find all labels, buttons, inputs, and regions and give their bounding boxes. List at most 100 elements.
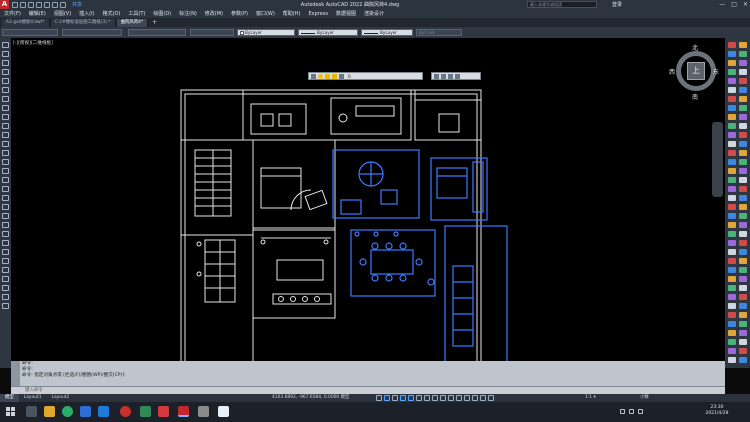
modify-tool-icon[interactable] — [728, 312, 736, 318]
menu-edit[interactable]: 编辑(E) — [29, 10, 46, 17]
modify-tool-icon[interactable] — [739, 141, 747, 147]
modify-tool-icon[interactable] — [728, 222, 736, 228]
modify-tool-icon[interactable] — [728, 357, 736, 363]
draw-tool-icon[interactable] — [2, 105, 9, 111]
modify-tool-icon[interactable] — [739, 195, 747, 201]
menu-parametric[interactable]: 参数(P) — [231, 10, 248, 17]
compass-north[interactable]: 北 — [692, 43, 698, 52]
modify-tool-icon[interactable] — [739, 96, 747, 102]
tab-layout1[interactable]: Layout1 — [19, 394, 47, 402]
draw-tool-icon[interactable] — [2, 285, 9, 291]
menu-dimension[interactable]: 标注(N) — [179, 10, 197, 17]
menu-help[interactable]: 帮助(H) — [283, 10, 301, 17]
draw-tool-icon[interactable] — [2, 303, 9, 309]
menu-file[interactable]: 文件(F) — [4, 10, 21, 17]
save-icon[interactable] — [28, 1, 34, 8]
draw-tool-icon[interactable] — [2, 177, 9, 183]
isolate-icon[interactable] — [464, 395, 470, 401]
tray-ime-icon[interactable] — [638, 409, 643, 414]
modify-tool-icon[interactable] — [728, 42, 736, 48]
compass-west[interactable]: 西 — [669, 67, 675, 76]
modify-tool-icon[interactable] — [739, 105, 747, 111]
viewcube[interactable]: 上 北 南 东 西 — [669, 43, 721, 105]
app-icon-white[interactable] — [218, 406, 229, 417]
modify-tool-icon[interactable] — [728, 249, 736, 255]
modify-tool-icon[interactable] — [728, 294, 736, 300]
modify-tool-icon[interactable] — [739, 231, 747, 237]
workspace-icon[interactable] — [456, 395, 462, 401]
modify-tool-icon[interactable] — [728, 231, 736, 237]
file-tab[interactable]: C-2#楼标准层施工图纸(3) * — [50, 19, 116, 27]
modify-tool-icon[interactable] — [739, 267, 747, 273]
app-icon-red[interactable] — [158, 406, 169, 417]
minimize-button[interactable]: — — [719, 0, 725, 9]
tray-volume-icon[interactable] — [629, 409, 634, 414]
hardware-accel-icon[interactable] — [472, 395, 478, 401]
lineweight-dropdown[interactable]: ByLayer — [361, 29, 413, 36]
draw-tool-icon[interactable] — [2, 240, 9, 246]
workspace-dropdown[interactable] — [2, 29, 58, 36]
selection-cycling-icon[interactable] — [440, 395, 446, 401]
modify-tool-icon[interactable] — [728, 159, 736, 165]
modify-tool-icon[interactable] — [728, 60, 736, 66]
modify-tool-icon[interactable] — [728, 321, 736, 327]
draw-tool-icon[interactable] — [2, 132, 9, 138]
menu-window[interactable]: 窗口(W) — [256, 10, 275, 17]
draw-tool-icon[interactable] — [2, 294, 9, 300]
customization-icon[interactable] — [488, 395, 494, 401]
modify-tool-icon[interactable] — [728, 186, 736, 192]
plotstyle-dropdown[interactable]: ByColor — [416, 29, 462, 36]
modify-tool-icon[interactable] — [739, 168, 747, 174]
taskbar-clock[interactable]: 23:30 2021/4/28 — [700, 405, 734, 417]
modify-tool-icon[interactable] — [739, 276, 747, 282]
modify-tool-icon[interactable] — [728, 240, 736, 246]
menu-insert[interactable]: 插入(I) — [79, 10, 94, 17]
taskview-icon[interactable] — [26, 406, 37, 417]
snap-icon[interactable] — [384, 395, 390, 401]
command-line-controls[interactable] — [11, 361, 20, 386]
modify-tool-icon[interactable] — [739, 87, 747, 93]
modify-tool-icon[interactable] — [728, 348, 736, 354]
modify-tool-icon[interactable] — [728, 78, 736, 84]
draw-tool-icon[interactable] — [2, 204, 9, 210]
compass-east[interactable]: 东 — [713, 67, 719, 76]
menu-view[interactable]: 视图(V) — [54, 10, 71, 17]
menu-modify[interactable]: 修改(M) — [205, 10, 223, 17]
wechat-icon[interactable] — [62, 406, 73, 417]
polar-icon[interactable] — [400, 395, 406, 401]
draw-tool-icon[interactable] — [2, 87, 9, 93]
modify-tool-icon[interactable] — [728, 204, 736, 210]
ortho-icon[interactable] — [392, 395, 398, 401]
app-icon-gray[interactable] — [198, 406, 209, 417]
draw-tool-icon[interactable] — [2, 222, 9, 228]
modify-tool-icon[interactable] — [739, 294, 747, 300]
modify-tool-icon[interactable] — [728, 330, 736, 336]
new-tab-button[interactable]: + — [149, 19, 160, 27]
modify-tool-icon[interactable] — [728, 195, 736, 201]
maximize-button[interactable]: □ — [731, 0, 737, 9]
modify-tool-icon[interactable] — [728, 96, 736, 102]
open-icon[interactable] — [20, 1, 26, 8]
draw-tool-icon[interactable] — [2, 123, 9, 129]
modify-tool-icon[interactable] — [739, 249, 747, 255]
file-explorer-icon[interactable] — [44, 406, 55, 417]
user-signin[interactable]: 登录 — [612, 1, 622, 8]
menu-draw[interactable]: 绘图(D) — [153, 10, 171, 17]
modify-tool-icon[interactable] — [728, 132, 736, 138]
draw-tool-icon[interactable] — [2, 42, 9, 48]
modify-tool-icon[interactable] — [739, 159, 747, 165]
modify-tool-icon[interactable] — [739, 258, 747, 264]
modify-tool-icon[interactable] — [739, 177, 747, 183]
units-indicator[interactable]: 小数 — [640, 394, 649, 402]
app-icon-green[interactable] — [140, 406, 151, 417]
viewcube-face[interactable]: 上 — [687, 62, 705, 80]
menu-dataview[interactable]: 数据视图 — [336, 10, 356, 17]
draw-tool-icon[interactable] — [2, 276, 9, 282]
modify-tool-icon[interactable] — [728, 114, 736, 120]
modify-tool-icon[interactable] — [739, 303, 747, 309]
windows-start-icon[interactable] — [6, 407, 16, 417]
annotation-dropdown[interactable] — [190, 29, 234, 36]
modify-tool-icon[interactable] — [728, 87, 736, 93]
tab-model[interactable]: 模型 — [0, 394, 19, 402]
modify-tool-icon[interactable] — [728, 51, 736, 57]
